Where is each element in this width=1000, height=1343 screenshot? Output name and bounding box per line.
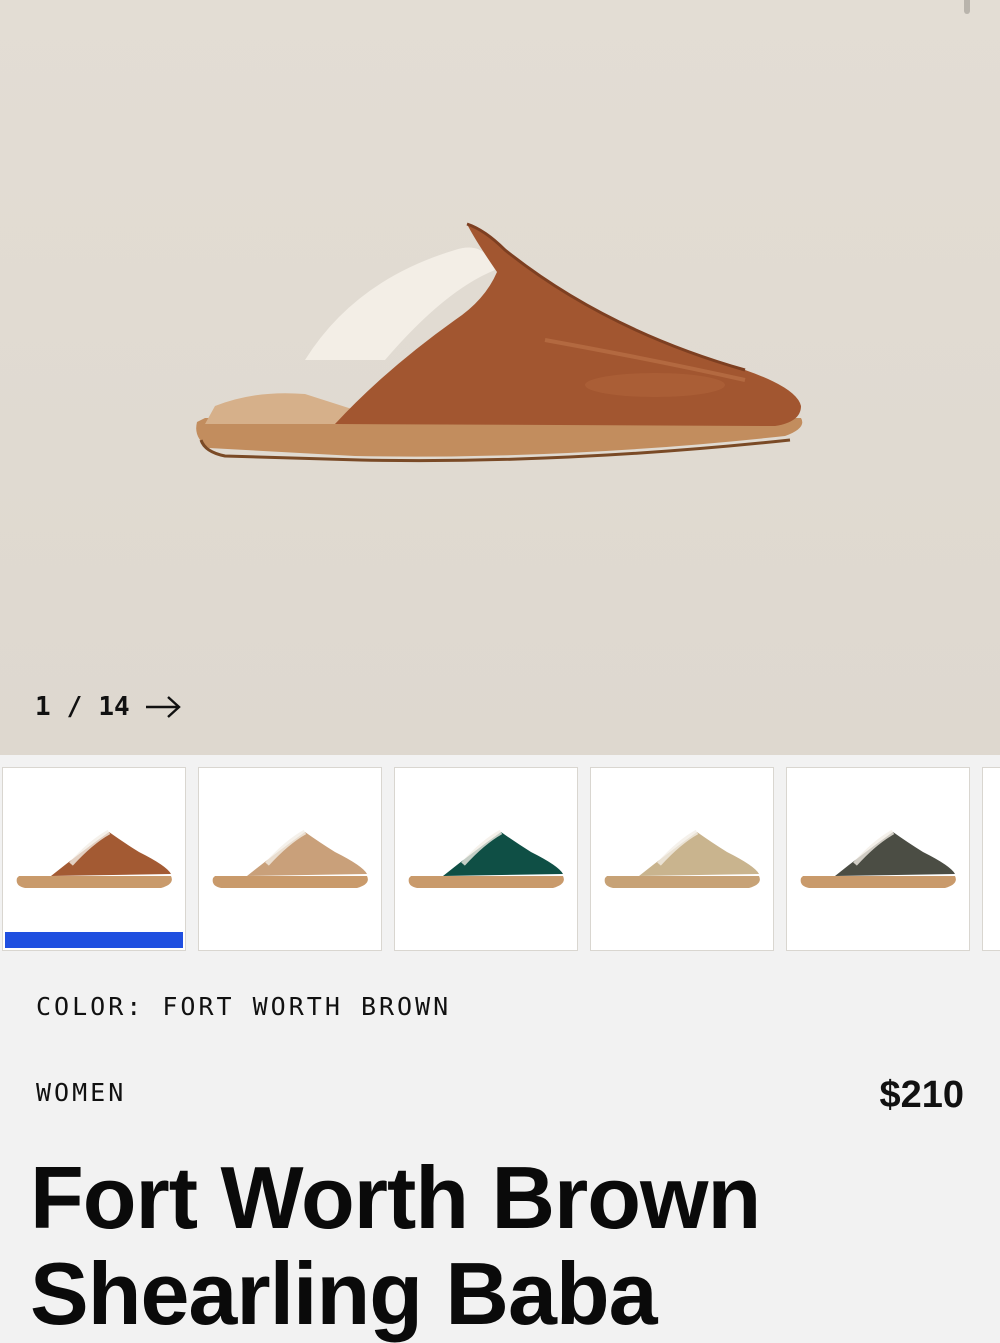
current-index: 1 (35, 692, 51, 722)
product-category: WOMEN (36, 1078, 127, 1107)
active-thumbnail-indicator (5, 932, 183, 948)
arrow-right-icon (145, 696, 181, 718)
product-hero-image[interactable]: 1 / 14 (0, 0, 1000, 755)
scroll-indicator (964, 0, 970, 14)
shoe-main-image (196, 222, 803, 463)
color-selection: COLOR: FORT WORTH BROWN (36, 992, 451, 1021)
thumbnail-item[interactable] (394, 767, 578, 951)
thumbnail-item-partial[interactable] (982, 767, 1000, 951)
color-label: COLOR: (36, 992, 145, 1021)
color-value: FORT WORTH BROWN (162, 992, 452, 1021)
thumbnail-item[interactable] (198, 767, 382, 951)
next-image-button[interactable] (144, 695, 182, 719)
shoe-thumbnail-image (16, 829, 172, 888)
counter-separator: / (66, 692, 83, 722)
thumbnail-item[interactable] (2, 767, 186, 951)
product-title-line: Shearling Baba (30, 1244, 658, 1343)
thumbnail-item[interactable] (786, 767, 970, 951)
total-count: 14 (98, 692, 130, 722)
shoe-thumbnail-image (212, 829, 368, 888)
thumbnail-strip[interactable] (0, 767, 1000, 954)
image-counter: 1 / 14 (35, 692, 182, 722)
shoe-thumbnail-image (800, 829, 956, 888)
product-title-line: Fort Worth Brown (30, 1148, 761, 1247)
thumbnail-item[interactable] (590, 767, 774, 951)
shoe-thumbnail-image (408, 829, 564, 888)
product-title: Fort Worth Brown Shearling Baba (30, 1150, 970, 1342)
shoe-thumbnail-image (604, 829, 760, 888)
product-price: $210 (879, 1074, 964, 1116)
